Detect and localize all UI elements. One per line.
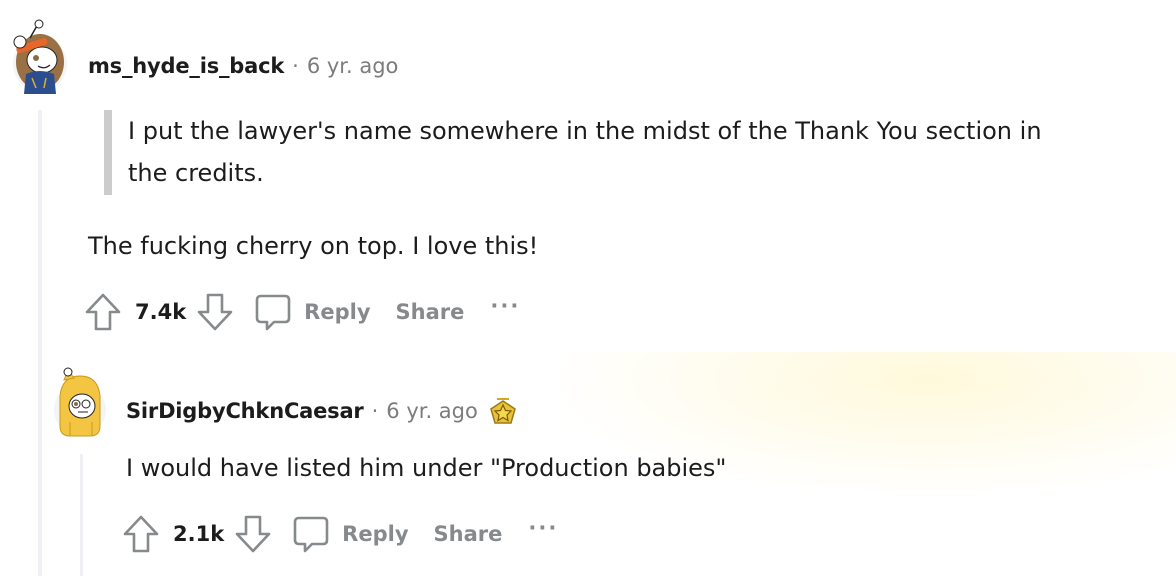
comment-body: I would have listed him under "Productio… xyxy=(126,454,727,482)
username-link[interactable]: ms_hyde_is_back xyxy=(88,54,284,78)
more-options-button[interactable]: ··· xyxy=(528,516,558,540)
snoo-avatar-icon xyxy=(54,367,106,437)
comment-actions: 2.1k Reply Share ··· xyxy=(122,514,558,554)
thread-line[interactable] xyxy=(38,110,42,576)
blockquote: I put the lawyer's name somewhere in the… xyxy=(128,110,1042,194)
quote-line: the credits. xyxy=(128,159,264,187)
comment-actions: 7.4k Reply Share ··· xyxy=(84,292,520,332)
quote-line: I put the lawyer's name somewhere in the… xyxy=(128,117,1042,145)
share-button[interactable]: Share xyxy=(396,300,465,324)
avatar[interactable] xyxy=(8,16,68,94)
downvote-icon[interactable] xyxy=(234,514,272,554)
comment-header: SirDigbyChknCaesar · 6 yr. ago xyxy=(126,396,518,426)
reply-label: Reply xyxy=(304,300,371,324)
comment-body: The fucking cherry on top. I love this! xyxy=(88,232,539,260)
vote-score: 2.1k xyxy=(173,522,225,546)
upvote-icon[interactable] xyxy=(84,292,122,332)
timestamp[interactable]: 6 yr. ago xyxy=(307,54,399,78)
more-options-button[interactable]: ··· xyxy=(490,294,520,318)
share-button[interactable]: Share xyxy=(434,522,503,546)
snoo-avatar-icon xyxy=(13,19,67,94)
meta-separator: · xyxy=(292,54,299,78)
vote-score: 7.4k xyxy=(135,300,187,324)
reply-label: Reply xyxy=(342,522,409,546)
comment-bubble-icon xyxy=(293,516,329,553)
reply-button[interactable]: Reply xyxy=(254,292,371,332)
meta-separator: · xyxy=(371,399,379,423)
comment-bubble-icon xyxy=(255,294,291,331)
timestamp[interactable]: 6 yr. ago xyxy=(386,399,478,423)
avatar[interactable] xyxy=(50,366,110,440)
comment-header: ms_hyde_is_back · 6 yr. ago xyxy=(88,54,398,78)
downvote-icon[interactable] xyxy=(196,292,234,332)
thread-line-nested[interactable] xyxy=(80,454,83,576)
quote-bar xyxy=(104,110,112,195)
award-badge-icon[interactable] xyxy=(488,396,518,426)
username-link[interactable]: SirDigbyChknCaesar xyxy=(126,399,364,423)
reply-button[interactable]: Reply xyxy=(292,514,409,554)
upvote-icon[interactable] xyxy=(122,514,160,554)
